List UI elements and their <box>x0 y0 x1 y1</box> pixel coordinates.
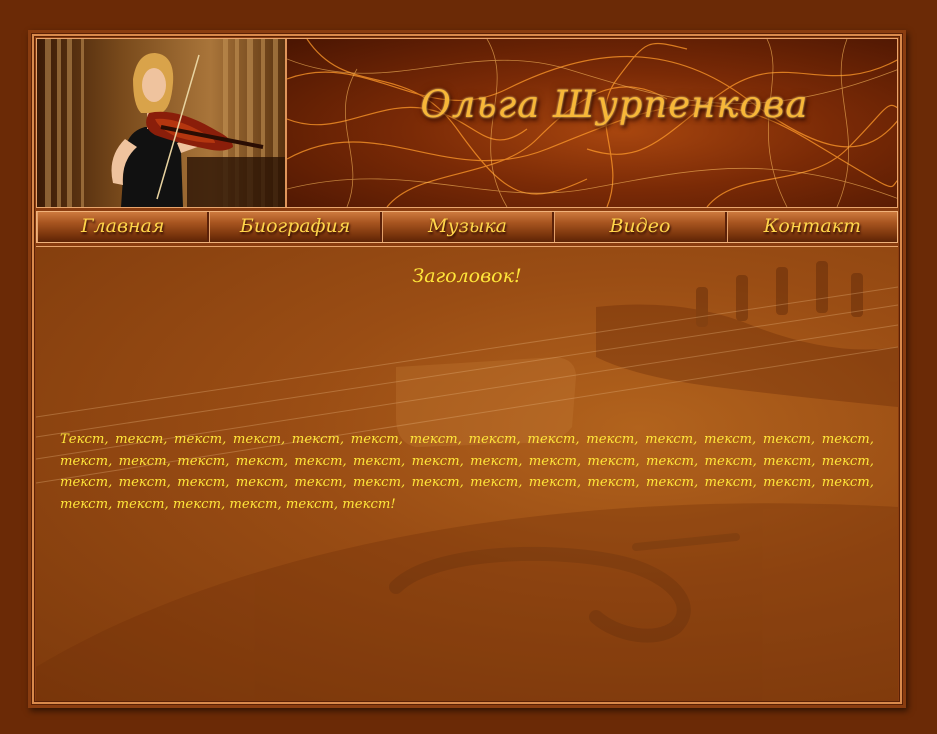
site-title: Ольга Шурпенкова <box>420 83 809 126</box>
content-area: Заголовок! Текст, текст, текст, текст, т… <box>36 246 898 701</box>
nav-item-video[interactable]: Видео <box>554 212 727 242</box>
nav-item-contact[interactable]: Контакт <box>726 212 898 242</box>
violinist-photo <box>37 39 287 207</box>
content-body-text: Текст, текст, текст, текст, текст, текст… <box>60 432 874 512</box>
nav-item-home[interactable]: Главная <box>37 212 210 242</box>
content-heading: Заголовок! <box>412 265 522 287</box>
page-frame: Ольга Шурпенкова Главная Биография Музык… <box>28 30 906 708</box>
nav-item-biography[interactable]: Биография <box>209 212 382 242</box>
header-banner: Ольга Шурпенкова <box>287 39 897 207</box>
nav-item-music[interactable]: Музыка <box>381 212 555 242</box>
header: Ольга Шурпенкова <box>36 38 898 208</box>
main-nav: Главная Биография Музыка Видео Контакт <box>36 211 898 243</box>
